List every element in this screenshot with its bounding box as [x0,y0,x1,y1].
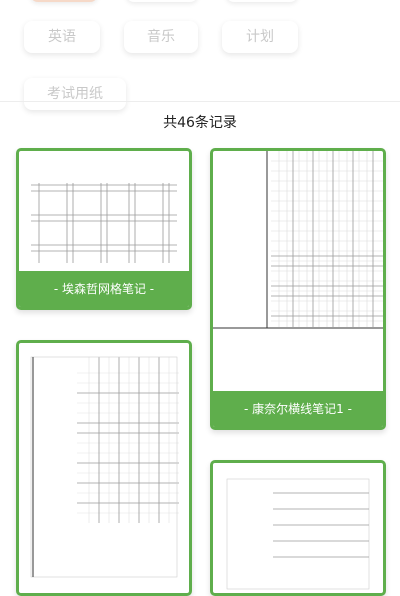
category-chip-exam-paper[interactable]: 考试用纸 [24,78,126,110]
template-card[interactable] [16,340,192,596]
template-thumbnail [30,356,179,578]
template-card-label: - 埃森哲网格笔记 - [19,271,189,307]
category-chip-music[interactable]: 音乐 [124,21,198,53]
template-card-accenture-grid[interactable]: - 埃森哲网格笔记 - [16,148,192,310]
category-chip-partial[interactable] [30,0,98,2]
category-chip-partial[interactable] [126,0,198,2]
template-thumbnail [31,183,177,263]
template-thumbnail [213,151,383,329]
category-chip-partial[interactable] [226,0,298,2]
record-count: 共46条记录 [163,115,237,131]
template-card-label: - 康奈尔横线笔记1 - [213,391,383,427]
template-thumbnail [226,478,370,590]
category-bar: 英语 音乐 计划 考试用纸 [0,0,400,110]
category-chip-english[interactable]: 英语 [24,21,100,53]
template-card-cornell-lined[interactable]: - 康奈尔横线笔记1 - [210,148,386,430]
category-chip-plan[interactable]: 计划 [222,21,298,53]
divider [0,101,400,102]
template-card[interactable] [210,460,386,596]
